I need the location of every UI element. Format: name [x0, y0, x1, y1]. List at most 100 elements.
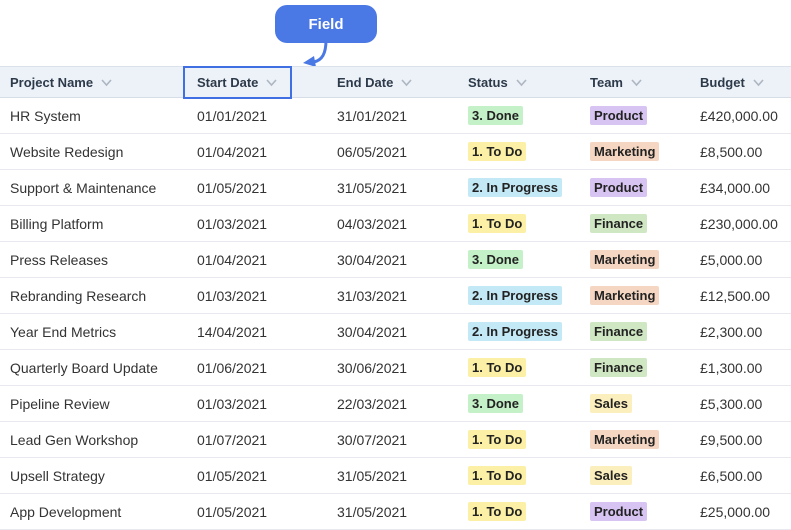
budget-cell[interactable]: £25,000.00: [700, 494, 770, 529]
start-date-cell[interactable]: 01/03/2021: [197, 206, 267, 241]
start-date-cell[interactable]: 14/04/2021: [197, 314, 267, 349]
team-cell[interactable]: Marketing: [590, 422, 660, 457]
field-callout-label: Field: [308, 15, 344, 33]
end-date-cell[interactable]: 04/03/2021: [337, 206, 407, 241]
column-header-end-date[interactable]: End Date: [337, 67, 412, 97]
team-cell[interactable]: Marketing: [590, 242, 660, 277]
team-cell[interactable]: Marketing: [590, 278, 660, 313]
grid-body: HR System 01/01/2021 31/01/2021 3. Done Prod…: [0, 98, 791, 530]
table-row[interactable]: Website Redesign 01/04/2021 06/05/2021 1. T…: [0, 134, 791, 170]
project-name-cell[interactable]: Year End Metrics: [10, 314, 116, 349]
end-date-cell[interactable]: 06/05/2021: [337, 134, 407, 169]
start-date-cell[interactable]: 01/05/2021: [197, 170, 267, 205]
start-date-cell[interactable]: 01/03/2021: [197, 386, 267, 421]
status-badge: 1. To Do: [468, 142, 527, 161]
column-header-label: Status: [468, 74, 508, 90]
budget-cell[interactable]: £9,500.00: [700, 422, 762, 457]
team-cell[interactable]: Product: [590, 494, 648, 529]
status-cell[interactable]: 3. Done: [468, 98, 523, 133]
project-name-cell[interactable]: Upsell Strategy: [10, 458, 105, 493]
column-header-budget[interactable]: Budget: [700, 67, 764, 97]
project-name-cell[interactable]: HR System: [10, 98, 81, 133]
team-cell[interactable]: Finance: [590, 350, 648, 385]
end-date-cell[interactable]: 31/05/2021: [337, 458, 407, 493]
end-date-cell[interactable]: 31/05/2021: [337, 494, 407, 529]
budget-cell[interactable]: £5,000.00: [700, 242, 762, 277]
team-badge: Marketing: [590, 142, 660, 161]
start-date-cell[interactable]: 01/06/2021: [197, 350, 267, 385]
budget-cell[interactable]: £12,500.00: [700, 278, 770, 313]
table-row[interactable]: Upsell Strategy 01/05/2021 31/05/2021 1. To…: [0, 458, 791, 494]
end-date-cell[interactable]: 31/01/2021: [337, 98, 407, 133]
column-header-project-name[interactable]: Project Name: [10, 67, 112, 97]
start-date-cell[interactable]: 01/04/2021: [197, 242, 267, 277]
end-date-cell[interactable]: 30/06/2021: [337, 350, 407, 385]
table-row[interactable]: Rebranding Research 01/03/2021 31/03/2021 2…: [0, 278, 791, 314]
project-name-cell[interactable]: Website Redesign: [10, 134, 123, 169]
budget-cell[interactable]: £2,300.00: [700, 314, 762, 349]
project-name-cell[interactable]: Quarterly Board Update: [10, 350, 158, 385]
column-header-team[interactable]: Team: [590, 67, 642, 97]
team-cell[interactable]: Product: [590, 98, 648, 133]
table-row[interactable]: App Development 01/05/2021 31/05/2021 1. To…: [0, 494, 791, 530]
project-name-cell[interactable]: Lead Gen Workshop: [10, 422, 138, 457]
start-date-cell[interactable]: 01/03/2021: [197, 278, 267, 313]
table-row[interactable]: HR System 01/01/2021 31/01/2021 3. Done Prod…: [0, 98, 791, 134]
status-cell[interactable]: 1. To Do: [468, 458, 527, 493]
budget-cell[interactable]: £34,000.00: [700, 170, 770, 205]
budget-cell[interactable]: £8,500.00: [700, 134, 762, 169]
table-row[interactable]: Billing Platform 01/03/2021 04/03/2021 1. T…: [0, 206, 791, 242]
data-grid: Project Name Start Date End Date Status …: [0, 66, 791, 530]
end-date-cell[interactable]: 30/04/2021: [337, 314, 407, 349]
project-name-cell[interactable]: App Development: [10, 494, 121, 529]
budget-cell[interactable]: £230,000.00: [700, 206, 778, 241]
budget-cell[interactable]: £5,300.00: [700, 386, 762, 421]
end-date-cell[interactable]: 31/03/2021: [337, 278, 407, 313]
start-date-cell[interactable]: 01/04/2021: [197, 134, 267, 169]
project-name-cell[interactable]: Press Releases: [10, 242, 108, 277]
status-badge: 1. To Do: [468, 214, 527, 233]
table-row[interactable]: Pipeline Review 01/03/2021 22/03/2021 3. Do…: [0, 386, 791, 422]
team-cell[interactable]: Product: [590, 170, 648, 205]
project-name-cell[interactable]: Rebranding Research: [10, 278, 146, 313]
start-date-cell[interactable]: 01/05/2021: [197, 494, 267, 529]
project-name-cell[interactable]: Pipeline Review: [10, 386, 110, 421]
project-name-cell[interactable]: Support & Maintenance: [10, 170, 156, 205]
status-cell[interactable]: 3. Done: [468, 242, 523, 277]
team-cell[interactable]: Finance: [590, 206, 648, 241]
status-cell[interactable]: 1. To Do: [468, 494, 527, 529]
status-cell[interactable]: 3. Done: [468, 386, 523, 421]
budget-cell[interactable]: £6,500.00: [700, 458, 762, 493]
table-row[interactable]: Lead Gen Workshop 01/07/2021 30/07/2021 1. …: [0, 422, 791, 458]
status-cell[interactable]: 1. To Do: [468, 350, 527, 385]
start-date-cell[interactable]: 01/01/2021: [197, 98, 267, 133]
team-badge: Sales: [590, 394, 632, 413]
team-badge: Marketing: [590, 286, 660, 305]
end-date-cell[interactable]: 30/04/2021: [337, 242, 407, 277]
budget-cell[interactable]: £420,000.00: [700, 98, 778, 133]
status-cell[interactable]: 1. To Do: [468, 134, 527, 169]
status-cell[interactable]: 1. To Do: [468, 422, 527, 457]
status-cell[interactable]: 2. In Progress: [468, 278, 562, 313]
table-row[interactable]: Year End Metrics 14/04/2021 30/04/2021 2. I…: [0, 314, 791, 350]
project-name-cell[interactable]: Billing Platform: [10, 206, 103, 241]
team-cell[interactable]: Sales: [590, 386, 632, 421]
team-cell[interactable]: Finance: [590, 314, 648, 349]
start-date-cell[interactable]: 01/05/2021: [197, 458, 267, 493]
end-date-cell[interactable]: 30/07/2021: [337, 422, 407, 457]
table-row[interactable]: Quarterly Board Update 01/06/2021 30/06/20…: [0, 350, 791, 386]
table-row[interactable]: Support & Maintenance 01/05/2021 31/05/202…: [0, 170, 791, 206]
team-badge: Marketing: [590, 430, 660, 449]
end-date-cell[interactable]: 31/05/2021: [337, 170, 407, 205]
status-cell[interactable]: 2. In Progress: [468, 170, 562, 205]
team-cell[interactable]: Sales: [590, 458, 632, 493]
table-row[interactable]: Press Releases 01/04/2021 30/04/2021 3. Don…: [0, 242, 791, 278]
column-header-status[interactable]: Status: [468, 67, 527, 97]
team-cell[interactable]: Marketing: [590, 134, 660, 169]
status-cell[interactable]: 2. In Progress: [468, 314, 562, 349]
end-date-cell[interactable]: 22/03/2021: [337, 386, 407, 421]
budget-cell[interactable]: £1,300.00: [700, 350, 762, 385]
column-header-start-date[interactable]: Start Date: [197, 67, 278, 97]
start-date-cell[interactable]: 01/07/2021: [197, 422, 267, 457]
status-cell[interactable]: 1. To Do: [468, 206, 527, 241]
